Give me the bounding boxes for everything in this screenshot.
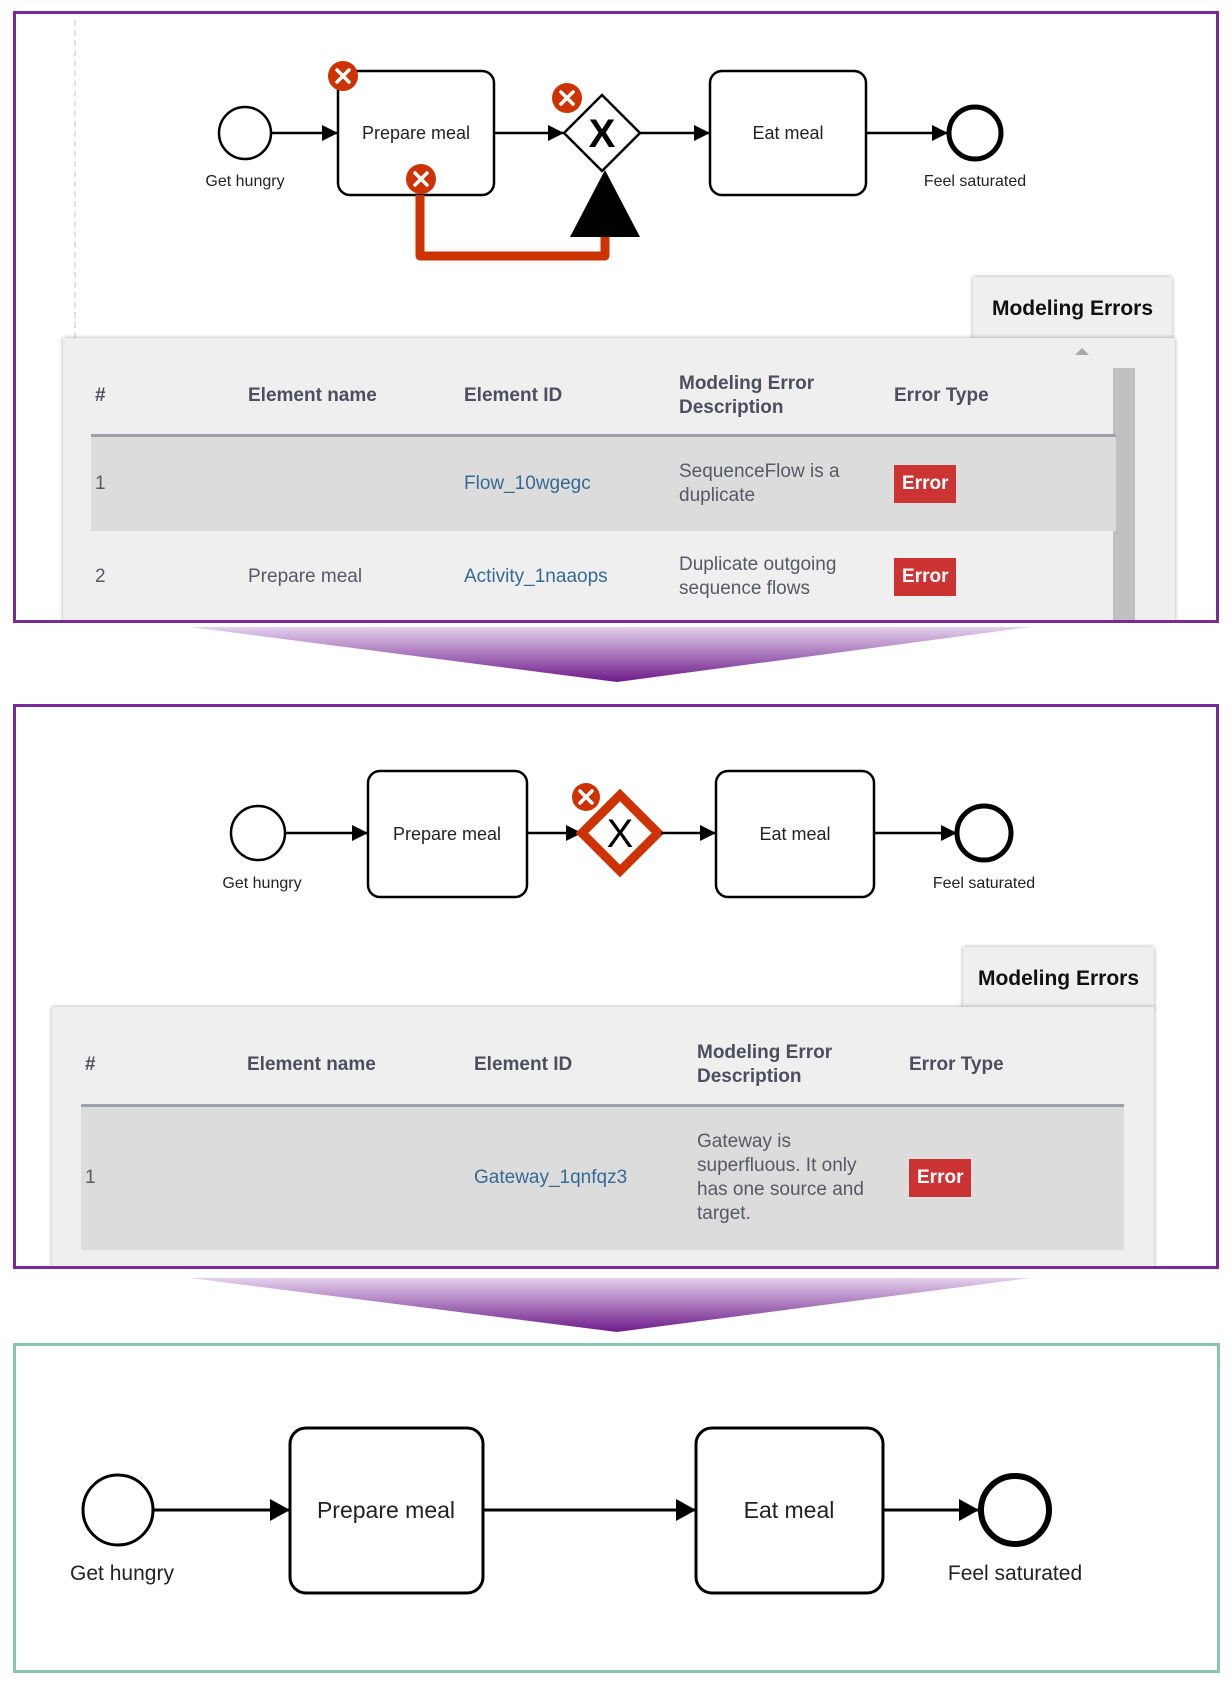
col-header-element-id: Element ID bbox=[474, 1027, 697, 1107]
end-event-circle[interactable] bbox=[946, 104, 1004, 162]
description-line: SequenceFlow is a bbox=[679, 460, 840, 482]
cell-element-id[interactable]: Activity_1naaops bbox=[464, 531, 679, 620]
task-prepare-meal-label: Prepare meal bbox=[362, 123, 470, 143]
start-event-label: Get hungry bbox=[70, 1562, 174, 1585]
col-header-error-type: Error Type bbox=[909, 1027, 1124, 1107]
error-marker-icon[interactable] bbox=[328, 61, 358, 91]
task-eat-meal-label: Eat meal bbox=[744, 1497, 835, 1523]
end-event-label: Feel saturated bbox=[924, 173, 1026, 190]
modeling-errors-table: # Element name Element ID Modeling Error… bbox=[81, 1027, 1124, 1250]
error-badge: Error bbox=[909, 1159, 972, 1198]
col-header-num: # bbox=[91, 358, 248, 437]
description-line: superfluous. It only bbox=[697, 1155, 857, 1177]
description-line: duplicate bbox=[679, 484, 756, 506]
end-event-circle[interactable] bbox=[978, 1473, 1052, 1547]
scrollbar-thumb[interactable] bbox=[1113, 368, 1135, 620]
description-line: has one source and bbox=[697, 1179, 864, 1201]
modeling-errors-panel: # Element name Element ID Modeling Error… bbox=[63, 338, 1175, 620]
cell-description: Duplicate outgoing sequence flows bbox=[679, 531, 894, 620]
end-event-circle[interactable] bbox=[954, 803, 1014, 863]
start-event-label: Get hungry bbox=[222, 875, 301, 892]
gateway-x-icon: X bbox=[589, 112, 616, 156]
gateway-x-icon: X bbox=[607, 812, 634, 856]
description-line: target. bbox=[697, 1203, 751, 1225]
transition-arrow-1 bbox=[190, 627, 1030, 682]
start-event-label: Get hungry bbox=[205, 173, 284, 190]
arrowhead-icon bbox=[548, 125, 564, 141]
cell-num: 1 bbox=[81, 1105, 247, 1250]
chevron-down-icon bbox=[190, 627, 1030, 682]
start-event-circle[interactable] bbox=[229, 804, 287, 862]
error-badge: Error bbox=[894, 558, 957, 596]
modeling-errors-table: # Element name Element ID Modeling Error… bbox=[91, 358, 1116, 620]
col-header-element-name: Element name bbox=[248, 358, 464, 437]
task-prepare-meal-label: Prepare meal bbox=[317, 1497, 455, 1523]
bpmn-diagram-3: Get hungry Prepare meal Eat meal Feel sa… bbox=[70, 1426, 1082, 1595]
task-eat-meal-label: Eat meal bbox=[752, 123, 823, 143]
end-event-label: Feel saturated bbox=[933, 875, 1035, 892]
cell-num: 1 bbox=[91, 435, 248, 531]
col-header-element-id: Element ID bbox=[464, 358, 679, 437]
col-header-description-line: Modeling Error bbox=[697, 1042, 833, 1064]
arrowhead-icon bbox=[270, 1499, 290, 1521]
description-line: Duplicate outgoing bbox=[679, 554, 837, 575]
error-marker-icon[interactable] bbox=[552, 83, 582, 113]
cell-element-id[interactable]: Gateway_1qnfqz3 bbox=[474, 1105, 697, 1250]
arrowhead-icon bbox=[322, 125, 338, 141]
arrowhead-icon bbox=[570, 170, 640, 237]
table-row[interactable]: 1 Flow_10wgegc SequenceFlow is a duplicat… bbox=[91, 435, 1116, 531]
cell-num: 2 bbox=[95, 566, 106, 587]
arrowhead-icon bbox=[694, 125, 710, 141]
cell-error-type: Error bbox=[909, 1105, 1124, 1250]
modeling-errors-panel: # Element name Element ID Modeling Error… bbox=[52, 1007, 1154, 1266]
panel-step-3-corrected: Get hungry Prepare meal Eat meal Feel sa… bbox=[13, 1343, 1220, 1673]
cell-error-type: Error bbox=[894, 435, 1116, 531]
task-eat-meal-label: Eat meal bbox=[759, 824, 830, 844]
panel-step-2: Get hungry Prepare meal X Eat meal Feel … bbox=[13, 704, 1219, 1269]
task-prepare-meal-label: Prepare meal bbox=[393, 824, 501, 844]
arrowhead-icon bbox=[932, 125, 948, 141]
cell-error-type: Error bbox=[894, 531, 1116, 620]
col-header-num: # bbox=[81, 1027, 247, 1107]
error-badge: Error bbox=[894, 464, 957, 503]
arrowhead-icon bbox=[676, 1499, 696, 1521]
start-event-circle[interactable] bbox=[217, 105, 273, 161]
transition-arrow-2 bbox=[190, 1278, 1030, 1332]
col-header-description: Modeling Error Description bbox=[679, 358, 894, 437]
description-line: Gateway is bbox=[697, 1131, 791, 1153]
arrowhead-icon bbox=[700, 825, 716, 841]
cell-element-name: Prepare meal bbox=[248, 566, 363, 587]
cell-element-name bbox=[248, 435, 464, 531]
cell-description: SequenceFlow is a duplicate bbox=[679, 435, 894, 531]
cell-element-id[interactable]: Flow_10wgegc bbox=[464, 435, 679, 531]
cell-description: Gateway is superfluous. It only has one … bbox=[697, 1105, 909, 1250]
col-header-description: Modeling Error Description bbox=[697, 1027, 909, 1107]
start-event-circle[interactable] bbox=[81, 1473, 155, 1547]
arrowhead-icon bbox=[352, 825, 368, 841]
col-header-description-line: Modeling Error bbox=[679, 372, 815, 394]
col-header-error-type: Error Type bbox=[894, 358, 1116, 437]
table-header-row: # Element name Element ID Modeling Error… bbox=[81, 1027, 1124, 1107]
col-header-element-name: Element name bbox=[247, 1027, 474, 1107]
panel-step-1: Get hungry Prepare meal X Eat meal Feel … bbox=[13, 11, 1219, 623]
table-header-row: # Element name Element ID Modeling Error… bbox=[91, 358, 1116, 437]
col-header-description-line: Description bbox=[697, 1066, 802, 1088]
arrowhead-icon bbox=[959, 1499, 979, 1521]
scroll-up-arrow-icon[interactable] bbox=[1075, 348, 1089, 355]
end-event-label: Feel saturated bbox=[948, 1562, 1082, 1585]
table-row[interactable]: 1 Gateway_1qnfqz3 Gateway is superfluous… bbox=[81, 1105, 1124, 1250]
chevron-down-icon bbox=[190, 1278, 1030, 1332]
error-marker-icon[interactable] bbox=[572, 783, 600, 811]
error-marker-icon[interactable] bbox=[406, 164, 436, 194]
col-header-description-line: Description bbox=[679, 396, 784, 418]
modeling-errors-tab[interactable]: Modeling Errors bbox=[973, 277, 1172, 341]
description-line: sequence flows bbox=[679, 578, 810, 599]
modeling-errors-tab[interactable]: Modeling Errors bbox=[963, 947, 1154, 1010]
cell-element-name bbox=[247, 1105, 474, 1250]
table-row[interactable]: 2 Prepare meal Activity_1naaops Duplicat… bbox=[91, 531, 1116, 620]
